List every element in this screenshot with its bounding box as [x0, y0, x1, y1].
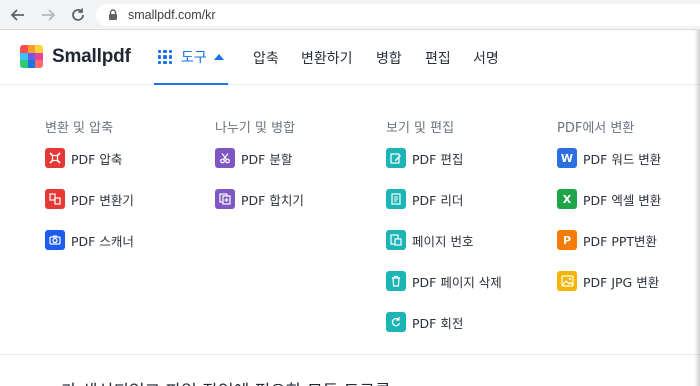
- menu-item-compress[interactable]: PDF 압축: [45, 148, 122, 168]
- tools-label: 도구: [181, 50, 207, 66]
- trash-icon: [386, 271, 406, 291]
- image-icon: [557, 271, 577, 291]
- address-bar[interactable]: smallpdf.com/kr: [96, 4, 700, 26]
- nav-compress-label: 압축: [253, 51, 279, 67]
- tools-dropdown-panel: 변환 및 압축 PDF 압축 PDF 변환기 PDF 스캐너 나누기 및 병합 …: [0, 86, 700, 354]
- apps-grid-icon: [158, 50, 172, 64]
- edit-icon: [386, 148, 406, 168]
- menu-item-label: PDF 리더: [412, 192, 464, 208]
- menu-item-label: PDF 합치기: [241, 192, 304, 208]
- column-title-split-merge: 나누기 및 병합: [215, 121, 296, 136]
- nav-convert-label: 변환하기: [301, 51, 353, 67]
- nav-merge-label: 병합: [376, 51, 402, 67]
- nav-merge[interactable]: 병합: [376, 31, 402, 85]
- nav-sign[interactable]: 서명: [473, 31, 499, 85]
- menu-item-edit[interactable]: PDF 편집: [386, 148, 463, 168]
- menu-item-reader[interactable]: PDF 리더: [386, 189, 463, 209]
- menu-item-label: PDF 변환기: [71, 192, 134, 208]
- reader-icon: [386, 189, 406, 209]
- nav-compress[interactable]: 압축: [253, 31, 279, 85]
- site-header: Smallpdf 도구 압축 변환하기 병합 편집 서명: [0, 31, 700, 85]
- back-arrow-icon[interactable]: [6, 3, 30, 27]
- tools-menu-button[interactable]: 도구: [154, 31, 228, 85]
- menu-item-label: PDF 분할: [241, 151, 293, 167]
- nav-convert[interactable]: 변환하기: [301, 31, 353, 85]
- page-number-icon: [386, 230, 406, 250]
- brand-name: Smallpdf: [52, 45, 131, 67]
- menu-item-label: PDF PPT변환: [583, 233, 658, 249]
- excel-icon: X: [557, 189, 577, 209]
- compress-icon: [45, 148, 65, 168]
- nav-sign-label: 서명: [473, 51, 499, 67]
- menu-item-pdf-to-jpg[interactable]: PDF JPG 변환: [557, 271, 659, 291]
- menu-item-label: PDF 엑셀 변환: [583, 192, 662, 208]
- menu-item-pdf-to-excel[interactable]: X PDF 엑셀 변환: [557, 189, 661, 209]
- menu-item-merge[interactable]: PDF 합치기: [215, 189, 304, 209]
- convert-icon: [45, 189, 65, 209]
- menu-item-label: PDF 압축: [71, 151, 123, 167]
- menu-item-label: 페이지 번호: [412, 233, 474, 249]
- url-text[interactable]: smallpdf.com/kr: [128, 8, 216, 22]
- menu-item-pdf-to-ppt[interactable]: P PDF PPT변환: [557, 230, 657, 250]
- brand-logo[interactable]: Smallpdf: [20, 45, 131, 68]
- page-content-strip: …가 생성되었고 파일 작업에 필요한 모든 도구를: [0, 354, 700, 386]
- column-title-view-edit: 보기 및 편집: [386, 121, 455, 136]
- nav-edit[interactable]: 편집: [425, 31, 451, 85]
- menu-item-label: PDF 회전: [412, 315, 464, 331]
- window-edge-shadow: [694, 30, 700, 386]
- logo-mark-icon: [20, 45, 43, 68]
- browser-toolbar: smallpdf.com/kr: [0, 0, 700, 30]
- menu-item-pdf-to-word[interactable]: W PDF 워드 변환: [557, 148, 661, 168]
- menu-item-converter[interactable]: PDF 변환기: [45, 189, 134, 209]
- scissors-icon: [215, 148, 235, 168]
- menu-item-split[interactable]: PDF 분할: [215, 148, 292, 168]
- forward-arrow-icon[interactable]: [36, 3, 60, 27]
- caret-up-icon: [213, 54, 224, 60]
- partial-headline: …가 생성되었고 파일 작업에 필요한 모든 도구를: [44, 377, 391, 386]
- column-title-convert-compress: 변환 및 압축: [45, 121, 114, 136]
- menu-item-label: PDF 편집: [412, 151, 464, 167]
- nav-edit-label: 편집: [425, 51, 451, 67]
- menu-item-label: PDF JPG 변환: [583, 274, 660, 290]
- column-title-convert-from-pdf: PDF에서 변환: [557, 121, 635, 136]
- lock-icon[interactable]: [106, 8, 120, 22]
- ppt-icon: P: [557, 230, 577, 250]
- menu-item-scanner[interactable]: PDF 스캐너: [45, 230, 134, 250]
- menu-item-label: PDF 워드 변환: [583, 151, 662, 167]
- word-icon: W: [557, 148, 577, 168]
- rotate-icon: [386, 312, 406, 332]
- merge-icon: [215, 189, 235, 209]
- menu-item-page-numbers[interactable]: 페이지 번호: [386, 230, 473, 250]
- menu-item-rotate[interactable]: PDF 회전: [386, 312, 463, 332]
- reload-icon[interactable]: [66, 3, 90, 27]
- menu-item-label: PDF 페이지 삭제: [412, 274, 502, 290]
- menu-item-label: PDF 스캐너: [71, 233, 134, 249]
- menu-item-delete-pages[interactable]: PDF 페이지 삭제: [386, 271, 502, 291]
- camera-icon: [45, 230, 65, 250]
